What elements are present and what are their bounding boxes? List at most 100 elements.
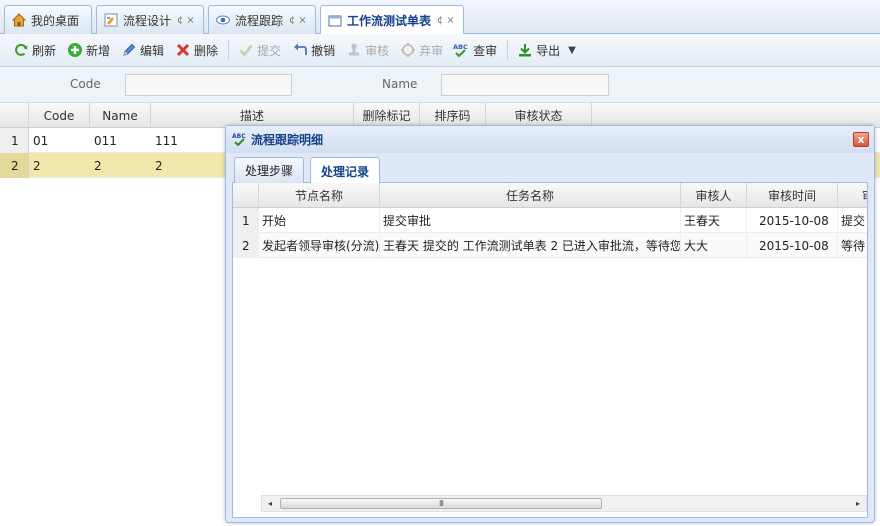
tab-label: 流程设计 (123, 13, 172, 28)
tab-close-icon[interactable]: × (298, 15, 306, 26)
tab-my-desktop[interactable]: 我的桌面 (4, 5, 92, 34)
column-header-reviewer[interactable]: 审核人 (681, 183, 747, 208)
cell-name: 2 (94, 158, 102, 173)
cell-reviewer: 王春天 (681, 208, 747, 233)
scrollbar-thumb[interactable]: III (280, 498, 602, 509)
tab-label: 我的桌面 (31, 13, 80, 28)
add-label: 新增 (86, 43, 111, 58)
column-header-more[interactable]: 审 (838, 183, 867, 208)
toolbar: 刷新 新增 编辑 删除 提交 撤销 审核 弃审 ABC 查审 导出 ▼ (0, 34, 880, 67)
scroll-right-icon[interactable]: ▸ (850, 496, 866, 511)
name-input[interactable] (441, 74, 609, 96)
cell-description: 111 (155, 133, 178, 148)
refresh-button[interactable]: 刷新 (8, 38, 60, 62)
abc-check-icon: ABC (232, 132, 248, 148)
chevron-down-icon[interactable]: ▼ (568, 45, 576, 56)
column-header-name[interactable]: Name (90, 103, 151, 128)
close-icon[interactable]: x (853, 132, 869, 147)
tab-close-icon[interactable]: × (186, 15, 194, 26)
search-form: Code Name (0, 67, 880, 103)
edit-button[interactable]: 编辑 (116, 38, 168, 62)
tab-refresh-icon[interactable]: ¢ (437, 15, 443, 26)
refresh-label: 刷新 (32, 43, 57, 58)
cell-task-name: 王春天 提交的 工作流测试单表 2 已进入审批流，等待您 (380, 233, 681, 258)
tab-strip: 我的桌面 流程设计 ¢ × 流程跟踪 ¢ × 工作流测试单表 ¢ × (0, 0, 880, 35)
name-label: Name (382, 77, 418, 91)
cell-code: 01 (33, 133, 49, 148)
cell-more: 提交 (841, 214, 866, 228)
submit-label: 提交 (257, 43, 282, 58)
tab-workflow-test-table[interactable]: 工作流测试单表 ¢ × (320, 5, 464, 35)
horizontal-scrollbar[interactable]: ◂ III ▸ (261, 495, 867, 512)
dialog-titlebar[interactable]: ABC 流程跟踪明细 x (226, 126, 874, 153)
row-number: 2 (0, 153, 29, 178)
audit-label: 审核 (365, 43, 390, 58)
row-number-header (0, 103, 29, 128)
audit-button[interactable]: 审核 (341, 38, 393, 62)
code-input[interactable] (125, 74, 292, 96)
cell-review-time: 2015-10-08 (747, 208, 838, 233)
dialog-tabs: 处理步骤 处理记录 (232, 155, 868, 184)
cell-task-name: 提交审批 (380, 208, 681, 233)
row-number-header (233, 183, 259, 208)
spellcheck-icon: ABC (453, 41, 471, 59)
tab-label: 流程跟踪 (235, 13, 284, 28)
checkmark-icon (237, 41, 255, 59)
undo-icon (291, 41, 309, 59)
records-grid: 节点名称 任务名称 审核人 审核时间 审 1 开始 提交审批 王春天 2015-… (232, 183, 868, 518)
revoke-button[interactable]: 撤销 (287, 38, 339, 62)
row-number: 2 (233, 233, 259, 258)
column-header-task-name[interactable]: 任务名称 (380, 183, 681, 208)
abandon-label: 弃审 (419, 43, 444, 58)
cell-description: 2 (155, 158, 163, 173)
tab-close-icon[interactable]: × (446, 15, 454, 26)
cell-node-name: 开始 (259, 208, 380, 233)
delete-button[interactable]: 删除 (170, 38, 222, 62)
delete-x-icon (174, 41, 192, 59)
plus-icon (66, 41, 84, 59)
column-header-code[interactable]: Code (29, 103, 90, 128)
check-audit-button[interactable]: ABC 查审 (449, 38, 501, 62)
cell-more: 等待 (841, 239, 866, 253)
eye-icon (215, 12, 231, 28)
tab-process-records[interactable]: 处理记录 (310, 157, 380, 184)
design-icon (103, 12, 119, 28)
check-label: 查审 (473, 43, 498, 58)
home-icon (11, 12, 27, 28)
tab-label: 工作流测试单表 (347, 14, 432, 28)
abandon-audit-button[interactable]: 弃审 (395, 38, 447, 62)
table-row[interactable]: 2 发起者领导审核(分流) 王春天 提交的 工作流测试单表 2 已进入审批流，等… (233, 233, 867, 258)
pencil-icon (120, 41, 138, 59)
submit-button[interactable]: 提交 (233, 38, 285, 62)
scroll-left-icon[interactable]: ◂ (262, 496, 278, 511)
revoke-label: 撤销 (311, 43, 336, 58)
row-number: 1 (233, 208, 259, 233)
toolbar-separator (228, 40, 230, 60)
cell-name: 011 (94, 133, 117, 148)
tab-refresh-icon[interactable]: ¢ (289, 15, 295, 26)
tab-process-steps[interactable]: 处理步骤 (234, 157, 304, 183)
window-icon (327, 13, 343, 29)
column-header-node-name[interactable]: 节点名称 (259, 183, 380, 208)
tab-refresh-icon[interactable]: ¢ (177, 15, 183, 26)
tab-workflow-design[interactable]: 流程设计 ¢ × (96, 5, 204, 34)
code-label: Code (70, 77, 101, 91)
cell-review-time: 2015-10-08 (747, 233, 838, 258)
add-button[interactable]: 新增 (62, 38, 114, 62)
stamp-icon (345, 41, 363, 59)
toolbar-separator (507, 40, 509, 60)
records-grid-header: 节点名称 任务名称 审核人 审核时间 审 (233, 183, 867, 208)
delete-label: 删除 (194, 43, 219, 58)
export-label: 导出 (536, 43, 561, 58)
workflow-tracking-dialog: ABC 流程跟踪明细 x 处理步骤 处理记录 节点名称 任务名称 审核人 审核时… (225, 125, 875, 523)
cell-reviewer: 大大 (681, 233, 747, 258)
tab-workflow-tracking[interactable]: 流程跟踪 ¢ × (208, 5, 316, 34)
abandon-icon (399, 41, 417, 59)
dialog-title: 流程跟踪明细 (251, 133, 324, 147)
export-button[interactable]: 导出 ▼ (512, 38, 580, 62)
table-row[interactable]: 1 开始 提交审批 王春天 2015-10-08 提交 (233, 208, 867, 233)
download-icon (516, 41, 534, 59)
svg-text:ABC: ABC (453, 43, 468, 51)
row-number: 1 (0, 128, 29, 153)
column-header-review-time[interactable]: 审核时间 (747, 183, 838, 208)
